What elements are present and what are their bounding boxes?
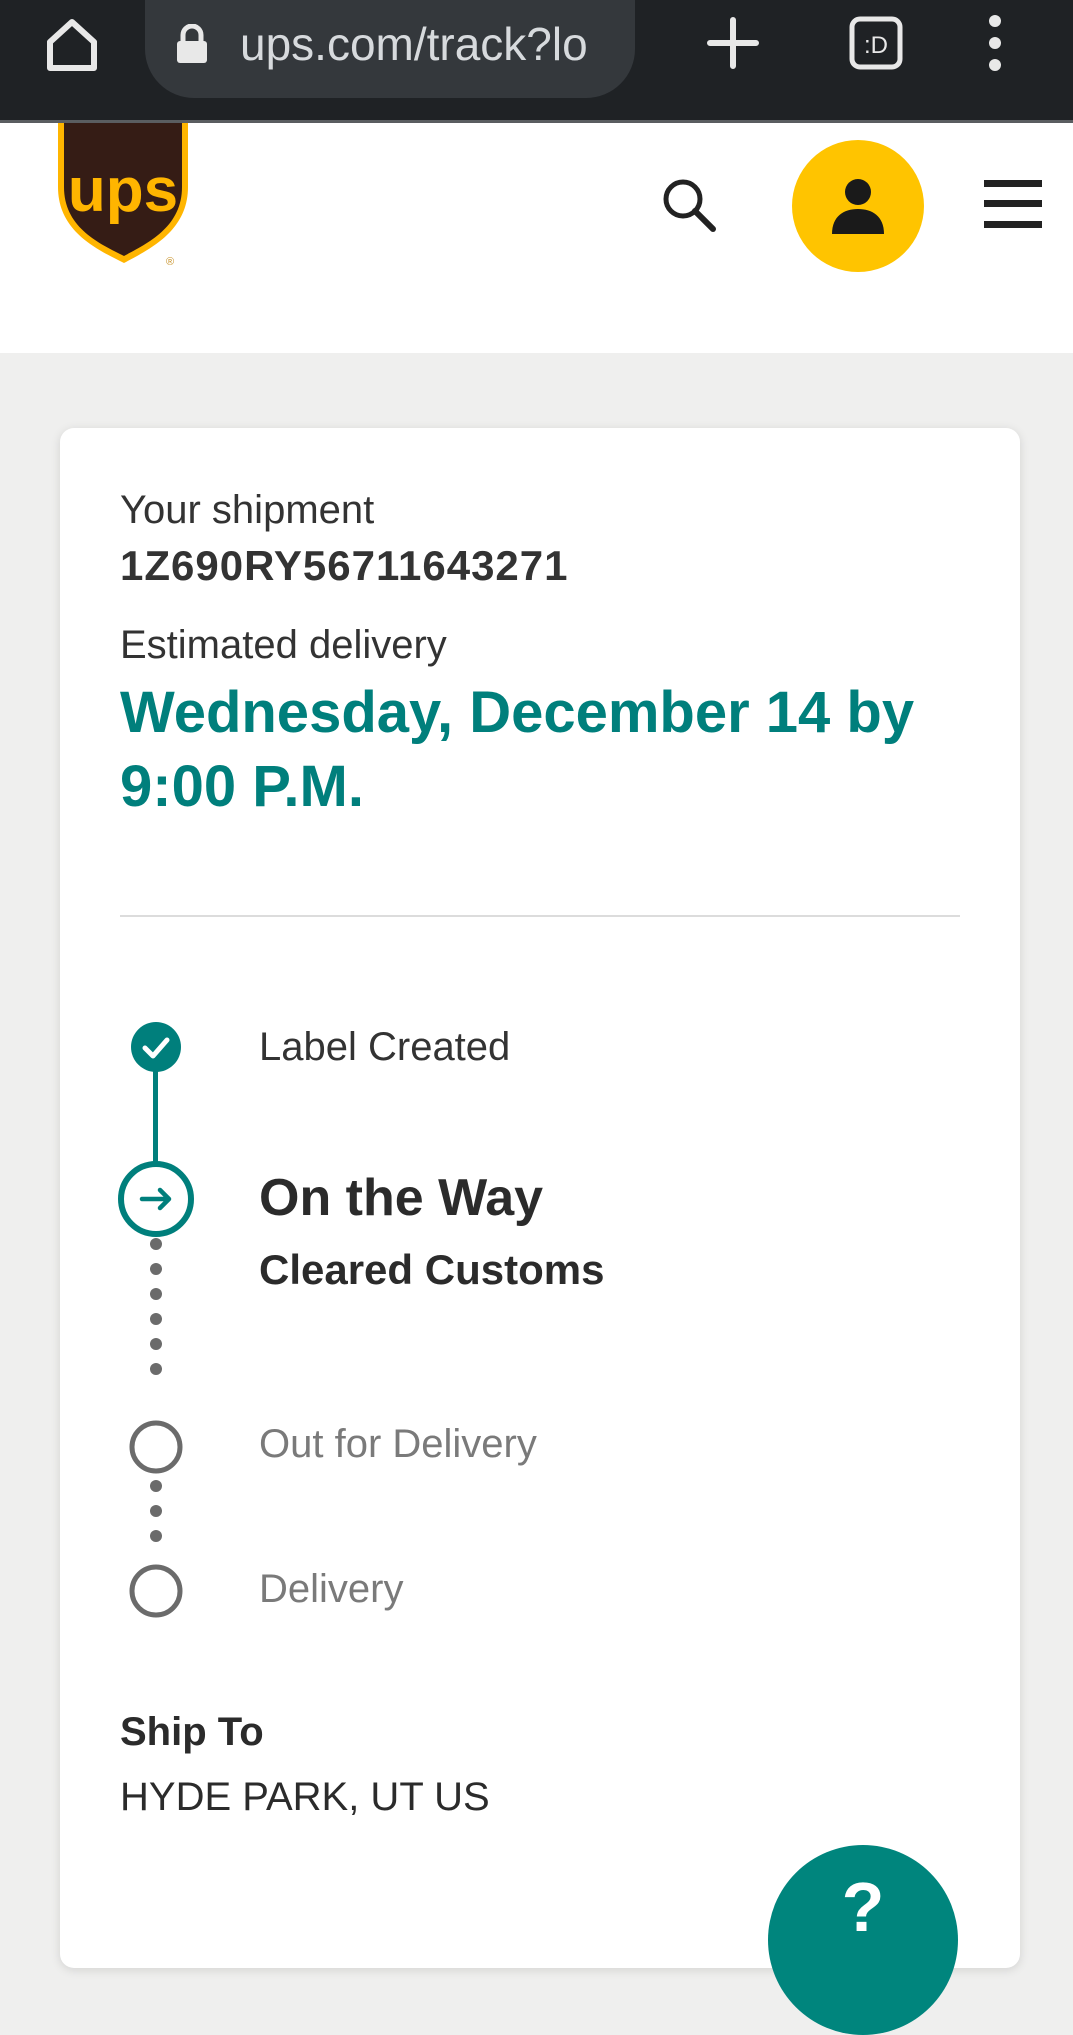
ship-to-label: Ship To [120,1710,264,1754]
progress-line-pending [150,1480,162,1560]
step-detail-status: Cleared Customs [259,1246,605,1293]
new-tab-icon[interactable] [706,16,760,70]
address-bar[interactable]: ups.com/track?lo [145,0,635,98]
user-icon [832,179,884,234]
hamburger-menu-icon[interactable] [984,176,1042,232]
home-icon[interactable] [42,14,102,74]
more-options-icon[interactable] [980,12,1010,74]
svg-text:ups: ups [68,156,178,225]
search-icon[interactable] [660,176,718,234]
pending-circle-icon [129,1564,183,1618]
shipment-label: Your shipment [120,488,375,532]
step-label-delivery: Delivery [259,1567,404,1611]
step-label-on-the-way: On the Way [259,1169,544,1227]
progress-line-pending [150,1238,162,1398]
page-band [0,293,1073,353]
progress-line-complete [153,1070,158,1162]
svg-text::D: :D [864,32,888,59]
tab-switcher-icon[interactable]: :D [848,15,904,71]
pending-circle-icon [129,1420,183,1474]
step-label-out-for-delivery: Out for Delivery [259,1422,537,1466]
arrow-circle-icon [118,1161,194,1237]
step-label-created: Label Created [259,1025,511,1069]
ups-logo[interactable]: ups ® [58,123,192,269]
estimated-delivery-date: Wednesday, December 14 by 9:00 P.M. [120,680,915,819]
account-button[interactable] [792,140,924,272]
divider [120,915,960,917]
help-button[interactable]: ? [768,1845,958,2035]
svg-text:®: ® [166,256,174,268]
lock-icon [177,24,207,63]
tracking-number: 1Z690RY56711643271 [120,542,569,589]
url-text[interactable]: ups.com/track?lo [240,17,620,73]
browser-toolbar: ups.com/track?lo :D [0,0,1073,123]
ship-to-address: HYDE PARK, UT US [120,1775,490,1819]
estimated-delivery-label: Estimated delivery [120,623,447,667]
check-circle-icon [131,1022,181,1072]
help-icon: ? [841,1868,885,1946]
